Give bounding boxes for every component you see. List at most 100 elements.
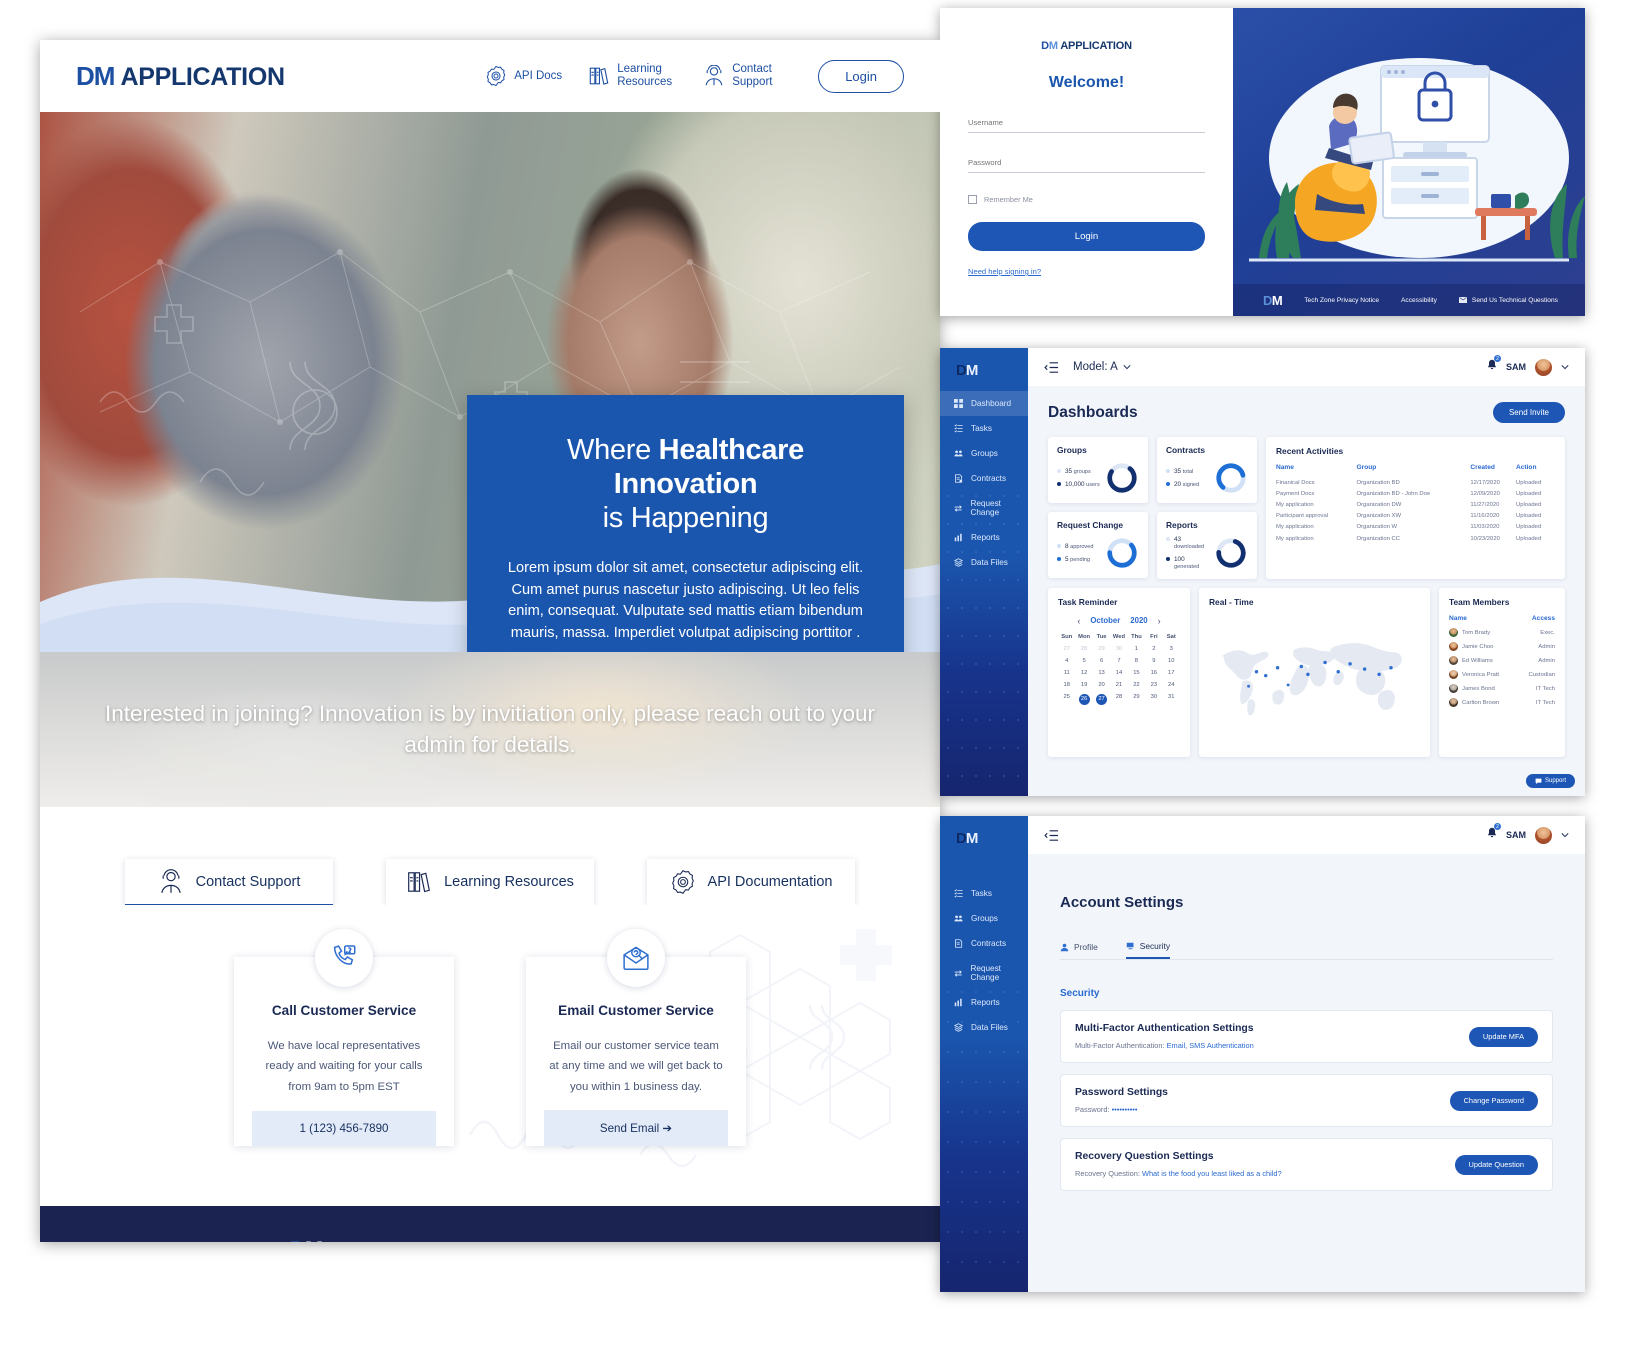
calendar-day[interactable]: 28	[1075, 646, 1092, 652]
update-mfa-button[interactable]: Update MFA	[1468, 1026, 1538, 1047]
calendar-day[interactable]: 30	[1110, 646, 1127, 652]
dashboard-top-grid: Groups 35 groups 10,000 users Request Ch…	[1048, 437, 1565, 579]
calendar-day[interactable]: 19	[1075, 682, 1092, 688]
avatar	[1449, 656, 1458, 666]
login-footer-link-technical-questions[interactable]: Send Us Technical Questions	[1458, 297, 1558, 304]
need-help-link[interactable]: Need help signing in?	[968, 267, 1205, 276]
calendar-day[interactable]: 10	[1163, 658, 1180, 664]
calendar-day-selected[interactable]: 26	[1075, 693, 1092, 705]
service-card-email-send-button[interactable]: Send Email ➔	[544, 1110, 728, 1146]
sidebar-item-tasks[interactable]: Tasks	[940, 881, 1028, 906]
calendar-day[interactable]: 18	[1058, 682, 1075, 688]
support-fab-button[interactable]: Support	[1525, 774, 1575, 788]
login-footer-link-privacy[interactable]: Tech Zone Privacy Notice	[1304, 297, 1379, 304]
service-card-call-phone-button[interactable]: 1 (123) 456-7890	[252, 1111, 436, 1146]
calendar-day[interactable]: 24	[1163, 682, 1180, 688]
calendar-day[interactable]: 17	[1163, 670, 1180, 676]
calendar-day[interactable]: 14	[1110, 670, 1127, 676]
sidebar-item-groups-label: Groups	[971, 449, 998, 458]
kpi-rp-a-value: 43	[1174, 536, 1182, 543]
calendar-day[interactable]: 11	[1058, 670, 1075, 676]
calendar-dow: Fri	[1150, 633, 1158, 640]
remember-me-checkbox[interactable]	[968, 195, 977, 204]
calendar-day[interactable]: 12	[1075, 670, 1092, 676]
calendar-day[interactable]: 6	[1093, 658, 1110, 664]
table-row: Participant approval Organization XW 11/16…	[1276, 513, 1542, 520]
tab-contact-support[interactable]: Contact Support	[125, 859, 333, 907]
chevron-right-icon[interactable]: ›	[1158, 616, 1161, 626]
login-footer-link-accessibility[interactable]: Accessibility	[1401, 297, 1437, 304]
api-gear-icon	[486, 65, 506, 87]
username-input[interactable]	[968, 118, 1205, 133]
calendar-day[interactable]: 27	[1058, 646, 1075, 652]
sidebar-brand-logo: DM	[956, 362, 978, 379]
remember-me-row[interactable]: Remember Me	[968, 195, 1205, 204]
password-input[interactable]	[968, 158, 1205, 173]
kpi-card-reports-row: 43 downloaded 100 generated	[1166, 536, 1248, 571]
calendar-day[interactable]: 9	[1145, 658, 1162, 664]
hamburger-collapse-icon[interactable]	[1044, 828, 1059, 843]
calendar-day[interactable]: 21	[1110, 682, 1127, 688]
avatar[interactable]	[1534, 357, 1553, 377]
calendar-day[interactable]: 20	[1093, 682, 1110, 688]
list-item: Veronica Pratt Custodian	[1449, 668, 1555, 682]
send-invite-button[interactable]: Send Invite	[1492, 402, 1565, 423]
calendar-day[interactable]: 23	[1145, 682, 1162, 688]
user-name-label: SAM	[1506, 362, 1526, 372]
calendar-day[interactable]: 16	[1145, 670, 1162, 676]
header-login-button[interactable]: Login	[818, 59, 904, 93]
people-icon	[954, 915, 963, 922]
update-question-button[interactable]: Update Question	[1454, 1154, 1538, 1175]
landing-page-panel: DM APPLICATION API Docs Learning Resourc…	[40, 40, 940, 1242]
team-col-access: Access	[1531, 614, 1555, 622]
calendar-day[interactable]: 2	[1145, 646, 1162, 652]
calendar-header: ‹ October 2020 ›	[1058, 616, 1180, 626]
login-submit-button[interactable]: Login	[968, 222, 1205, 251]
calendar-day[interactable]: 13	[1093, 670, 1110, 676]
tab-api-documentation[interactable]: API Documentation	[647, 859, 855, 905]
sidebar-item-groups[interactable]: Groups	[940, 441, 1028, 466]
calendar-day-selected[interactable]: 27	[1093, 693, 1110, 705]
tab-learning-resources[interactable]: Learning Resources	[386, 859, 594, 905]
notifications-button[interactable]: 2	[1486, 823, 1501, 844]
nav-item-contact-support[interactable]: Contact Support	[703, 63, 792, 89]
table-header-row: Name Group Created Action	[1276, 464, 1555, 477]
calendar-dow: Sat	[1166, 633, 1176, 640]
books-icon	[589, 67, 609, 85]
calendar-day[interactable]: 25	[1058, 694, 1075, 705]
person-icon	[1060, 943, 1069, 951]
sidebar-item-contracts[interactable]: Contracts	[940, 931, 1028, 956]
mfa-settings-value: Email, SMS Authentication	[1166, 1041, 1254, 1050]
hamburger-collapse-icon[interactable]	[1044, 360, 1059, 375]
kpi-card-contracts-row: 35 total 20 signed	[1166, 461, 1248, 495]
calendar-day[interactable]: 8	[1128, 658, 1145, 664]
calendar-day[interactable]: 28	[1110, 694, 1127, 705]
calendar-day[interactable]: 31	[1163, 694, 1180, 705]
sidebar-item-tasks[interactable]: Tasks	[940, 416, 1028, 441]
calendar-day[interactable]: 4	[1058, 658, 1075, 664]
notifications-button[interactable]: 2	[1486, 355, 1501, 376]
chevron-down-icon[interactable]	[1561, 832, 1569, 838]
sidebar-item-groups[interactable]: Groups	[940, 906, 1028, 931]
calendar-day[interactable]: 29	[1128, 694, 1145, 705]
calendar-day[interactable]: 3	[1163, 646, 1180, 652]
model-selector[interactable]: Model: A	[1073, 361, 1131, 373]
calendar-day[interactable]: 22	[1128, 682, 1145, 688]
nav-item-learning-resources[interactable]: Learning Resources	[588, 63, 677, 89]
sidebar-item-dashboard[interactable]: Dashboard	[940, 391, 1028, 416]
change-password-button[interactable]: Change Password	[1449, 1090, 1538, 1111]
tab-security[interactable]: Security	[1125, 941, 1171, 959]
calendar-day[interactable]: 7	[1110, 658, 1127, 664]
calendar-day[interactable]: 30	[1145, 694, 1162, 705]
nav-item-api-docs[interactable]: API Docs	[485, 65, 562, 87]
avatar[interactable]	[1534, 825, 1553, 845]
kpi-groups-b-value: 10,000	[1065, 480, 1085, 488]
chevron-left-icon[interactable]: ‹	[1077, 616, 1080, 626]
calendar-day[interactable]: 5	[1075, 658, 1092, 664]
brand-logo[interactable]: DM APPLICATION	[76, 61, 285, 92]
tab-profile[interactable]: Profile	[1060, 941, 1098, 959]
chevron-down-icon[interactable]	[1561, 364, 1569, 370]
calendar-day[interactable]: 15	[1128, 670, 1145, 676]
calendar-day[interactable]: 1	[1128, 646, 1145, 652]
calendar-day[interactable]: 29	[1093, 646, 1110, 652]
